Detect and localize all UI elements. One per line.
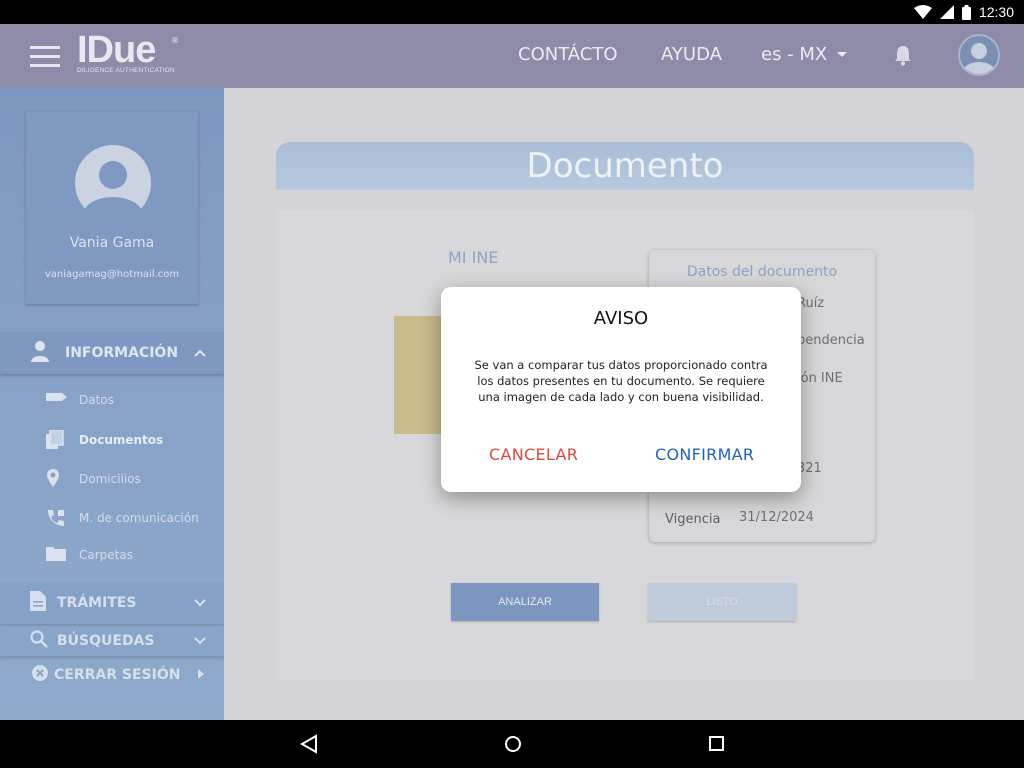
chevron-up-icon	[194, 345, 206, 361]
profile-name: Vania Gama	[69, 235, 155, 251]
vigencia-label: Vigencia	[665, 512, 721, 527]
document-data-title: Datos del documento	[686, 264, 838, 280]
system-nav-bar	[0, 720, 1024, 768]
clock: 12:30	[978, 4, 1014, 20]
dialog-title: AVISO	[593, 308, 649, 329]
cancel-button[interactable]: CANCELAR	[489, 445, 578, 464]
done-button[interactable]: LISTO	[648, 583, 796, 621]
user-avatar[interactable]	[958, 34, 1000, 76]
vigencia-value: 31/12/2024	[739, 510, 814, 525]
folder-icon	[46, 545, 66, 564]
sidebar-item-comunicacion[interactable]: M. de comunicación	[0, 506, 224, 530]
status-bar: 12:30	[0, 0, 1024, 24]
chevron-down-icon	[194, 633, 206, 649]
caret-down-icon	[837, 52, 848, 57]
sidebar-section-tramites[interactable]: TRÁMITES	[0, 582, 224, 624]
location-pin-icon	[46, 469, 60, 490]
profile-avatar	[75, 145, 151, 221]
page-title: Documento	[526, 146, 724, 186]
notice-dialog: AVISO Se van a comparar tus datos propor…	[441, 287, 801, 492]
dialog-message: Se van a comparar tus datos proporcionad…	[474, 358, 768, 404]
data-row: pendencia	[797, 333, 865, 348]
close-circle-icon	[32, 665, 48, 685]
search-icon	[30, 630, 48, 652]
person-icon	[30, 340, 50, 366]
wifi-icon	[913, 5, 932, 19]
nav-contact-link[interactable]: CONTÁCTO	[518, 44, 618, 65]
sidebar-item-carpetas[interactable]: Carpetas	[0, 543, 224, 567]
document-label: MI INE	[448, 248, 499, 267]
confirm-button[interactable]: CONFIRMAR	[655, 445, 754, 464]
chevron-down-icon	[194, 595, 206, 611]
language-selector[interactable]: es - MX	[761, 44, 848, 65]
phone-icon	[46, 508, 66, 531]
document-header: Documento	[276, 142, 974, 190]
app-bar: IDue ® DILIGENCE AUTHENTICATION CONTÁCTO…	[0, 24, 1024, 88]
logo: IDue ® DILIGENCE AUTHENTICATION	[77, 29, 179, 74]
back-icon[interactable]	[299, 734, 318, 758]
home-icon[interactable]	[504, 734, 522, 758]
nav-help-link[interactable]: AYUDA	[661, 44, 722, 65]
sidebar-item-documentos[interactable]: Documentos	[0, 428, 224, 452]
data-row: Ruíz	[797, 296, 825, 311]
profile-card: Vania Gama vaniagamag@hotmail.com	[26, 112, 198, 304]
analyze-button[interactable]: ANALIZAR	[451, 583, 599, 621]
bell-icon[interactable]	[893, 44, 913, 70]
label-icon	[46, 390, 68, 407]
sidebar-section-informacion[interactable]: INFORMACIÓN	[0, 332, 224, 374]
document-icon	[30, 591, 46, 615]
data-row: ión INE	[797, 371, 843, 386]
sidebar-item-domicilios[interactable]: Domicilios	[0, 467, 224, 491]
sidebar-section-busquedas[interactable]: BÚSQUEDAS	[0, 626, 224, 656]
chevron-right-icon	[198, 667, 204, 683]
sidebar: Vania Gama vaniagamag@hotmail.com INFORM…	[0, 88, 224, 720]
language-value: es - MX	[761, 44, 828, 65]
sidebar-logout[interactable]: CERRAR SESIÓN	[0, 660, 224, 690]
recents-icon[interactable]	[708, 734, 726, 758]
sidebar-section-label: INFORMACIÓN	[65, 345, 179, 361]
battery-icon	[961, 4, 971, 20]
profile-email: vaniagamag@hotmail.com	[44, 269, 180, 280]
signal-icon	[939, 5, 954, 19]
documents-icon	[46, 429, 64, 453]
menu-icon[interactable]	[30, 46, 60, 68]
sidebar-item-datos[interactable]: Datos	[0, 388, 224, 412]
